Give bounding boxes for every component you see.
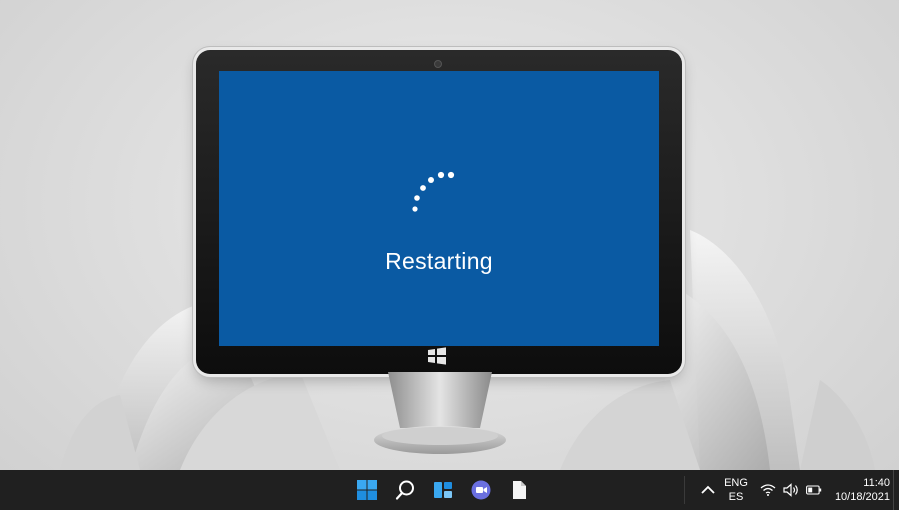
monitor-screen: Restarting <box>219 71 659 346</box>
search-icon <box>395 480 414 500</box>
loading-spinner-icon <box>412 171 455 212</box>
start-icon <box>357 480 377 500</box>
taskbar: ENG ES 11:40 10/18/2021 <box>0 470 899 510</box>
language-label: ENG <box>724 477 748 489</box>
taskbar-divider <box>684 476 685 504</box>
chat-icon <box>471 480 491 500</box>
webcam <box>434 60 442 68</box>
chat-button[interactable] <box>467 476 495 504</box>
network-button[interactable] <box>758 476 778 504</box>
chevron-up-icon <box>701 485 715 494</box>
battery-icon <box>806 485 822 495</box>
clock-time: 11:40 <box>863 477 890 489</box>
windows-logo-icon <box>428 347 446 365</box>
file-button[interactable] <box>505 476 533 504</box>
volume-button[interactable] <box>781 476 803 504</box>
restarting-label: Restarting <box>385 248 493 274</box>
battery-button[interactable] <box>804 476 824 504</box>
widgets-icon <box>434 482 452 498</box>
widgets-button[interactable] <box>429 476 457 504</box>
start-button[interactable] <box>353 476 381 504</box>
wifi-icon <box>760 484 776 496</box>
show-hidden-icons-button[interactable] <box>694 476 722 504</box>
file-icon <box>513 481 526 499</box>
volume-icon <box>783 483 798 497</box>
show-desktop-button[interactable] <box>893 470 899 510</box>
clock[interactable]: 11:40 10/18/2021 <box>830 476 890 504</box>
monitor-stand <box>374 372 506 454</box>
monitor: Restarting <box>196 50 682 374</box>
search-button[interactable] <box>391 476 419 504</box>
keyboard-layout-label: ES <box>728 491 744 503</box>
input-language-indicator[interactable]: ENG ES <box>720 476 752 504</box>
clock-date: 10/18/2021 <box>834 491 890 503</box>
